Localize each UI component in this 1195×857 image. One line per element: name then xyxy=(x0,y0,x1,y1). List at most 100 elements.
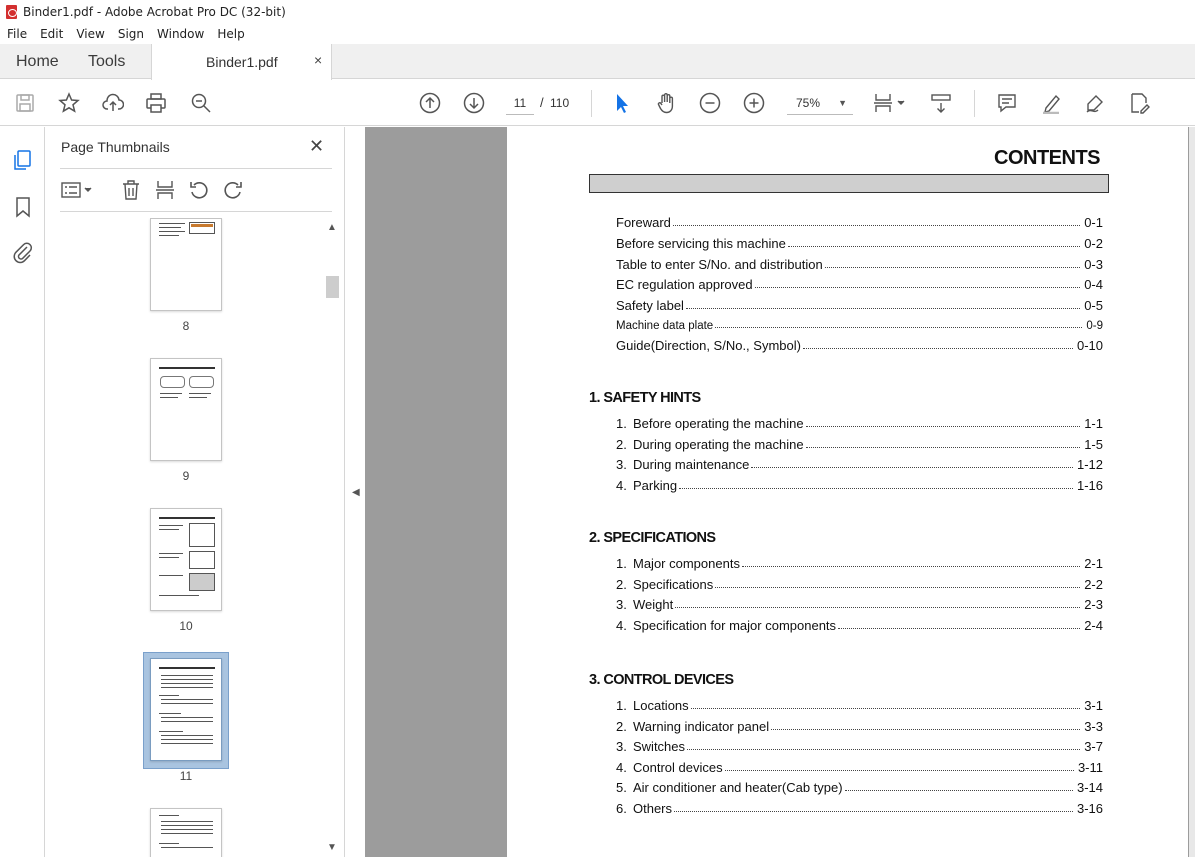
section-heading[interactable]: 2. SPECIFICATIONS xyxy=(589,530,716,546)
toc-entry[interactable]: 1. Locations 3-1 xyxy=(616,697,1103,713)
toc-entry[interactable]: Guide(Direction, S/No., Symbol) 0-10 xyxy=(616,337,1103,353)
menu-help[interactable]: Help xyxy=(210,27,250,41)
toc-entry-page: 1-5 xyxy=(1084,436,1103,452)
scrollbar-thumb[interactable] xyxy=(326,276,339,298)
page-number-input[interactable]: 11 xyxy=(506,91,534,115)
toc-entry[interactable]: 3. Weight 2-3 xyxy=(616,596,1103,612)
toc-entry[interactable]: 3. During maintenance 1-12 xyxy=(616,456,1103,472)
toc-entry[interactable]: 2. Warning indicator panel 3-3 xyxy=(616,718,1103,734)
toc-entry-title: Specifications xyxy=(633,576,714,592)
toc-entry-title: During operating the machine xyxy=(633,436,804,452)
toc-entry[interactable]: 4. Parking 1-16 xyxy=(616,477,1103,493)
tab-home[interactable]: Home xyxy=(16,44,59,79)
split-page-icon[interactable] xyxy=(154,179,176,201)
draw-freehand-icon[interactable] xyxy=(1083,91,1107,115)
document-scrollbar[interactable] xyxy=(1189,127,1195,857)
page-thumbnail[interactable] xyxy=(150,508,222,611)
page-thumbnail[interactable] xyxy=(150,218,222,311)
scroll-up-icon[interactable]: ▲ xyxy=(327,222,337,233)
attachments-icon[interactable] xyxy=(11,240,35,264)
next-page-icon[interactable] xyxy=(462,91,486,115)
toc-entry[interactable]: Safety label 0-5 xyxy=(616,297,1103,313)
comment-icon[interactable] xyxy=(995,91,1019,115)
toc-entry-page: 3-16 xyxy=(1076,801,1103,816)
toc-entry[interactable]: 5. Air conditioner and heater(Cab type) 3-… xyxy=(616,779,1103,795)
toc-entry[interactable]: EC regulation approved 0-4 xyxy=(616,276,1103,292)
scroll-down-icon[interactable]: ▼ xyxy=(327,842,337,853)
page-thumbnails-icon[interactable] xyxy=(11,148,35,172)
search-zoom-icon[interactable] xyxy=(189,91,213,115)
highlight-pen-icon[interactable] xyxy=(1039,91,1063,115)
toc-entry-title: Weight xyxy=(633,597,674,613)
toc-entry[interactable]: 2. During operating the machine 1-5 xyxy=(616,436,1103,452)
menu-window[interactable]: Window xyxy=(150,27,210,41)
toc-entry-page: 0-5 xyxy=(1084,298,1103,313)
toc-entry[interactable]: Before servicing this machine 0-2 xyxy=(616,235,1103,251)
panel-splitter[interactable]: ◀ xyxy=(344,127,365,857)
select-cursor-icon[interactable] xyxy=(610,91,634,115)
toc-entry-title: During maintenance xyxy=(633,457,750,473)
zoom-select[interactable]: 75% ▼ xyxy=(787,91,853,115)
toc-entry-title: Air conditioner and heater(Cab type) xyxy=(633,780,843,796)
scroll-mode-icon[interactable] xyxy=(929,91,953,115)
toc-entry-title: Before servicing this machine xyxy=(616,236,786,251)
close-icon[interactable]: ✕ xyxy=(309,136,324,157)
contents-heading: CONTENTS xyxy=(994,147,1101,169)
menu-edit[interactable]: Edit xyxy=(33,27,69,41)
bookmark-star-icon[interactable] xyxy=(57,91,81,115)
toc-entry[interactable]: 2. Specifications 2-2 xyxy=(616,576,1103,592)
section-heading[interactable]: 1. SAFETY HINTS xyxy=(589,390,701,406)
document-viewer[interactable]: CONTENTS Foreward 0-1 Before servicing thi… xyxy=(365,127,1195,857)
toc-entry-title: Machine data plate xyxy=(616,320,714,332)
delete-page-icon[interactable] xyxy=(120,179,142,201)
tab-tools[interactable]: Tools xyxy=(88,44,125,79)
previous-page-icon[interactable] xyxy=(418,91,442,115)
upload-cloud-icon[interactable] xyxy=(101,91,125,115)
toc-entry-page: 3-7 xyxy=(1084,739,1103,755)
toc-entry[interactable]: 4. Specification for major components 2-4 xyxy=(616,617,1103,633)
fill-sign-icon[interactable] xyxy=(1127,91,1151,115)
toc-entry-number: 2. xyxy=(616,576,627,592)
tab-close-icon[interactable]: × xyxy=(314,52,322,68)
rotate-right-icon[interactable] xyxy=(222,179,244,201)
page-thumbnail[interactable] xyxy=(150,808,222,857)
bookmarks-icon[interactable] xyxy=(11,195,35,219)
toc-entry[interactable]: 6. Others 3-16 xyxy=(616,800,1103,816)
toc-entry-page: 2-1 xyxy=(1084,556,1103,571)
toc-entry[interactable]: Foreward 0-1 xyxy=(616,214,1103,230)
toc-entry[interactable]: 1. Before operating the machine 1-1 xyxy=(616,415,1103,431)
section-heading[interactable]: 3. CONTROL DEVICES xyxy=(589,672,734,688)
collapse-panel-icon[interactable]: ◀ xyxy=(352,487,360,498)
toc-leader-dots xyxy=(805,426,1081,427)
save-icon[interactable] xyxy=(13,91,37,115)
toc-entry[interactable]: 3. Switches 3-7 xyxy=(616,738,1103,754)
menu-file[interactable]: File xyxy=(0,27,33,41)
toolbar-divider xyxy=(591,90,592,117)
menu-view[interactable]: View xyxy=(69,27,110,41)
toc-entry[interactable]: Table to enter S/No. and distribution 0-3 xyxy=(616,256,1103,272)
rotate-left-icon[interactable] xyxy=(188,179,210,201)
page-thumbnail-selected[interactable] xyxy=(150,658,222,761)
thumbnail-options-icon[interactable] xyxy=(60,179,96,201)
tab-document[interactable]: Binder1.pdf × xyxy=(151,44,332,80)
thumbnail-scrollbar[interactable]: ▲ ▼ xyxy=(324,218,340,857)
zoom-out-icon[interactable] xyxy=(698,91,722,115)
toc-entry-title: Safety label xyxy=(616,298,684,313)
hand-tool-icon[interactable] xyxy=(654,91,678,115)
toc-entry-title: Locations xyxy=(633,698,689,713)
toc-entry[interactable]: 1. Major components 2-1 xyxy=(616,555,1103,571)
toc-entry-title: Table to enter S/No. and distribution xyxy=(616,257,823,272)
page-thumbnail[interactable] xyxy=(150,358,222,461)
zoom-in-icon[interactable] xyxy=(742,91,766,115)
panel-divider xyxy=(60,211,332,212)
page-display-icon[interactable] xyxy=(872,91,908,115)
toc-leader-dots xyxy=(802,348,1073,349)
toc-entry-page: 0-2 xyxy=(1084,236,1103,251)
menu-sign[interactable]: Sign xyxy=(111,27,150,41)
toc-entry-title: Switches xyxy=(633,739,686,755)
pdf-page: CONTENTS Foreward 0-1 Before servicing thi… xyxy=(507,127,1188,857)
toc-entry[interactable]: 4. Control devices 3-11 xyxy=(616,759,1103,775)
toc-entry[interactable]: Machine data plate 0-9 xyxy=(616,316,1103,332)
tab-bar: Home Tools Binder1.pdf × xyxy=(0,44,1195,80)
print-icon[interactable] xyxy=(144,91,168,115)
